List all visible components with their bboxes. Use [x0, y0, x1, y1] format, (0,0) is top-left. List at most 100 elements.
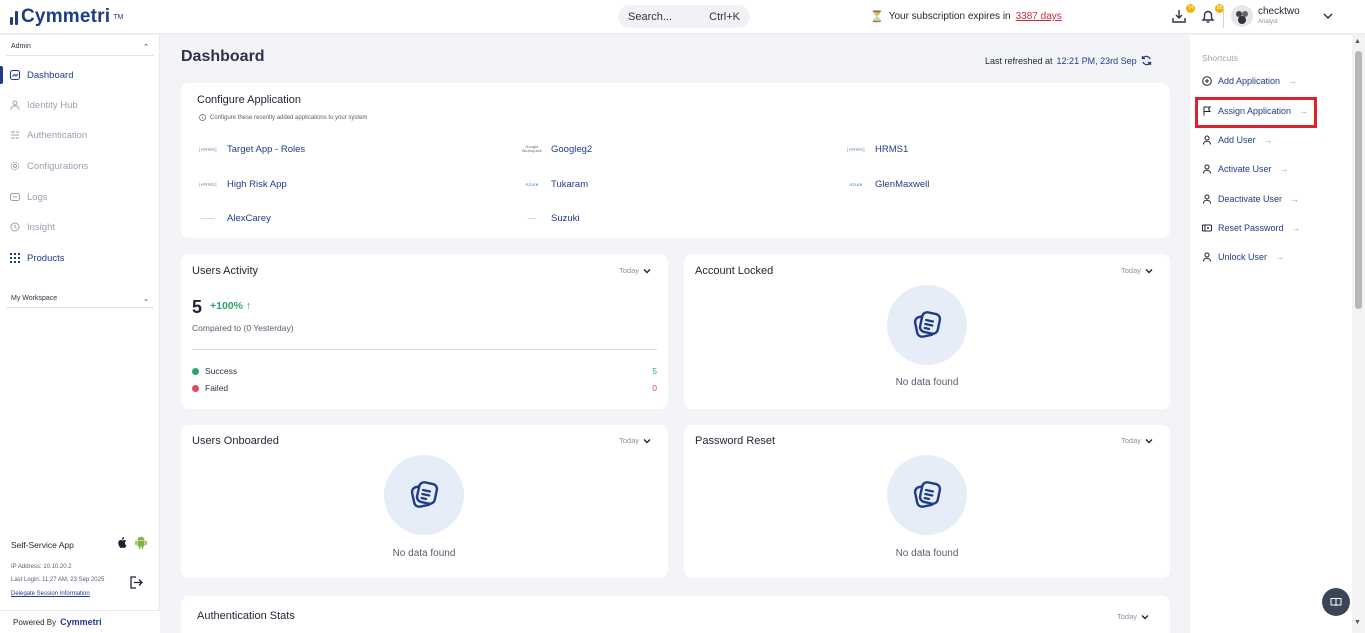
app-item-hrms1[interactable]: [HRMS] HRMS1: [846, 142, 908, 156]
authentication-stats-card: Authentication Stats Today: [181, 596, 1170, 633]
ip-address: IP Address: 10.10.20.2: [11, 564, 72, 570]
subscription-notice: ⏳ Your subscription expires in 3387 days: [870, 10, 1062, 23]
chevron-down-icon: [1145, 438, 1153, 443]
last-refreshed-time: 12:21 PM, 23rd Sep: [1056, 55, 1137, 66]
no-data-text: No data found: [895, 548, 959, 559]
key-icon: [1202, 224, 1212, 232]
app-item-tukaram[interactable]: Azure Tukaram: [522, 177, 588, 191]
android-icon[interactable]: [135, 536, 147, 549]
gear-icon: [10, 161, 20, 171]
powered-by-footer: Powered By Cymmetri: [0, 610, 160, 633]
topbar-divider: [1223, 6, 1224, 28]
divider: [192, 349, 657, 350]
download-button[interactable]: 14: [1170, 4, 1195, 27]
chevron-down-icon: ⌄: [143, 295, 149, 303]
refresh-icon[interactable]: [1141, 55, 1152, 66]
admin-section-label: Admin: [11, 43, 31, 50]
shortcut-add-application[interactable]: Add Application →: [1202, 76, 1297, 86]
account-locked-period-select[interactable]: Today: [1121, 266, 1153, 275]
top-bar: Cymmetri TM Search... Ctrl+K ⏳ Your subs…: [0, 0, 1365, 34]
authentication-stats-period-select[interactable]: Today: [1117, 612, 1149, 621]
shortcut-label: Deactivate User: [1218, 194, 1283, 204]
chevron-down-icon: [643, 268, 651, 273]
no-data-text: No data found: [392, 548, 456, 559]
help-fab-button[interactable]: [1322, 588, 1350, 616]
notifications-button[interactable]: 99: [1199, 4, 1224, 27]
sidebar-item-insight[interactable]: Insight: [0, 216, 160, 238]
sidebar: Admin ⌃ Dashboard Identity Hub Authentic…: [0, 35, 160, 633]
hrms-logo-icon: [HRMS]: [847, 146, 865, 152]
scroll-thumb[interactable]: [1355, 51, 1362, 309]
logo-text: Cymmetri: [21, 6, 111, 27]
shortcut-unlock-user[interactable]: Unlock User →: [1202, 252, 1284, 262]
app-name: AlexCarey: [227, 212, 271, 224]
user-name[interactable]: checktwo: [1258, 6, 1300, 17]
hourglass-icon: ⏳: [870, 11, 884, 23]
users-activity-title: Users Activity: [192, 265, 259, 277]
sidebar-item-label: Authentication: [27, 129, 88, 141]
cymmetri-logo[interactable]: Cymmetri TM: [10, 6, 123, 28]
app-item-alexcarey[interactable]: ——— AlexCarey: [198, 211, 271, 225]
last-login: Last Login: 11:27 AM, 23 Sep 2025: [11, 577, 105, 583]
powered-by-logo: Cymmetri: [60, 617, 102, 627]
failed-row: Failed 0: [192, 383, 657, 393]
logo-mark-icon: [10, 9, 18, 25]
app-item-target-app-roles[interactable]: [HRMS] Target App - Roles: [198, 142, 305, 156]
authentication-stats-title: Authentication Stats: [197, 610, 295, 622]
app-item-suzuki[interactable]: —— Suzuki: [522, 211, 579, 225]
period-label: Today: [1121, 266, 1142, 275]
identity-icon: [10, 100, 20, 110]
sidebar-item-configurations[interactable]: Configurations: [0, 155, 160, 177]
sidebar-item-authentication[interactable]: Authentication: [0, 124, 160, 146]
search-input[interactable]: Search... Ctrl+K: [618, 5, 750, 28]
subscription-days-link[interactable]: 3387 days: [1016, 11, 1062, 22]
app-item-glenmaxwell[interactable]: Azure GlenMaxwell: [846, 177, 929, 191]
password-reset-period-select[interactable]: Today: [1121, 436, 1153, 445]
sidebar-item-products[interactable]: Products: [0, 247, 160, 269]
chevron-up-icon: ⌃: [143, 43, 149, 51]
plus-circle-icon: [1202, 76, 1212, 86]
sidebar-item-logs[interactable]: Logs: [0, 186, 160, 208]
sidebar-item-identity-hub[interactable]: Identity Hub: [0, 94, 160, 116]
logout-icon[interactable]: [128, 575, 143, 590]
shortcut-activate-user[interactable]: Activate User →: [1202, 164, 1289, 174]
configure-subtitle: Configure these recently added applicati…: [199, 114, 367, 121]
arrow-right-icon: →: [1290, 194, 1300, 204]
app-name: Target App - Roles: [227, 143, 306, 155]
account-locked-title: Account Locked: [695, 265, 774, 277]
shortcut-reset-password[interactable]: Reset Password →: [1202, 223, 1301, 233]
success-value: 5: [652, 366, 657, 376]
apple-icon[interactable]: [117, 536, 128, 549]
scroll-up-arrow-icon[interactable]: ▲: [1354, 38, 1361, 45]
arrow-right-icon: →: [1275, 252, 1285, 262]
admin-section-header[interactable]: Admin ⌃: [6, 38, 154, 56]
scroll-down-arrow-icon[interactable]: ▼: [1354, 619, 1361, 626]
users-activity-change-value: +100%: [210, 300, 243, 312]
app-name: High Risk App: [227, 178, 287, 190]
sidebar-item-dashboard[interactable]: Dashboard: [0, 64, 160, 86]
chevron-down-icon: [1145, 268, 1153, 273]
users-onboarded-period-select[interactable]: Today: [619, 436, 651, 445]
shortcut-add-user[interactable]: Add User →: [1202, 135, 1273, 145]
shortcut-label: Add User: [1218, 135, 1256, 145]
notes-icon: [913, 311, 942, 338]
app-name: Googleg2: [551, 143, 593, 155]
failed-label: Failed: [205, 383, 229, 393]
shortcuts-header: Shortcuts: [1202, 53, 1238, 63]
app-item-googleg2[interactable]: Google Workspace Googleg2: [522, 142, 592, 156]
failed-dot-icon: [192, 385, 199, 392]
notes-icon: [913, 481, 942, 508]
period-label: Today: [1117, 612, 1138, 621]
scrollbar[interactable]: ▲ ▼: [1352, 35, 1365, 633]
delegate-session-link[interactable]: Delegate Session Information: [11, 591, 90, 597]
chevron-down-icon[interactable]: [1321, 9, 1335, 23]
app-item-high-risk-app[interactable]: [HRMS] High Risk App: [198, 177, 287, 191]
notes-icon: [410, 481, 439, 508]
avatar[interactable]: [1231, 5, 1253, 27]
workspace-section-header[interactable]: My Workspace ⌄: [6, 290, 154, 308]
users-activity-period-select[interactable]: Today: [619, 266, 651, 275]
password-reset-card: Password Reset Today No data found: [684, 425, 1170, 578]
app-name: GlenMaxwell: [875, 178, 930, 190]
user-icon: [1203, 252, 1211, 262]
shortcut-deactivate-user[interactable]: Deactivate User →: [1202, 194, 1299, 204]
